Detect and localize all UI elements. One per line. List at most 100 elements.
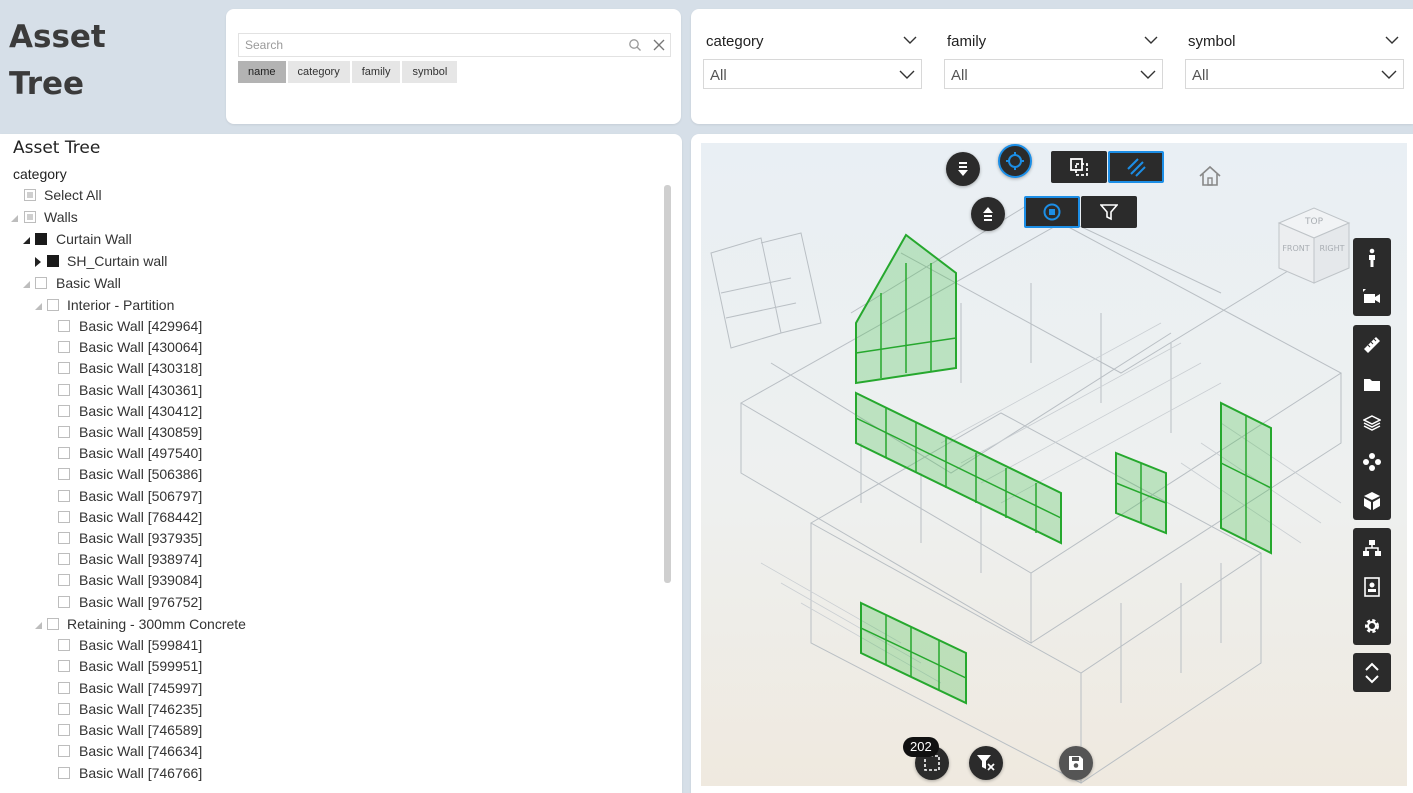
checkbox[interactable] — [58, 682, 70, 694]
layers-button[interactable] — [1353, 403, 1391, 442]
explode-button[interactable] — [1353, 442, 1391, 481]
tree-row-leaf[interactable]: Basic Wall [746766] — [0, 763, 640, 784]
tree-row-leaf[interactable]: Basic Wall [506797] — [0, 486, 640, 507]
filter-button[interactable] — [1081, 196, 1137, 228]
expand-collapse-toolbar-button[interactable] — [1353, 653, 1391, 692]
checkbox[interactable] — [35, 277, 47, 289]
documents-button[interactable] — [1353, 364, 1391, 403]
checkbox[interactable] — [58, 532, 70, 544]
tree-row-leaf[interactable]: Basic Wall [599951] — [0, 656, 640, 677]
chip-category[interactable]: category — [287, 61, 350, 83]
tree-row-interior-partition[interactable]: Interior - Partition — [0, 295, 640, 316]
chip-symbol[interactable]: symbol — [402, 61, 458, 83]
tree-row-sh-curtain-wall[interactable]: SH_Curtain wall — [0, 251, 640, 272]
checkbox[interactable] — [58, 320, 70, 332]
chip-name[interactable]: name — [238, 61, 286, 83]
checkbox[interactable] — [35, 233, 47, 245]
tree-row-basic-wall[interactable]: Basic Wall — [0, 273, 640, 294]
measure-button[interactable] — [1353, 325, 1391, 364]
model-browser-button[interactable] — [1353, 481, 1391, 520]
3d-viewport[interactable]: TOP FRONT RIGHT 202 — [701, 143, 1407, 786]
checkbox[interactable] — [58, 745, 70, 757]
checkbox[interactable] — [58, 660, 70, 672]
tree-row-leaf[interactable]: Basic Wall [430064] — [0, 337, 640, 358]
walk-button[interactable] — [1353, 238, 1391, 277]
tree-row-retaining-300mm-concrete[interactable]: Retaining - 300mm Concrete — [0, 614, 640, 635]
expanded-arrow-icon[interactable] — [35, 303, 42, 310]
checkbox[interactable] — [24, 211, 36, 223]
checkbox[interactable] — [58, 511, 70, 523]
tree-row-leaf[interactable]: Basic Wall [429964] — [0, 316, 640, 337]
search-icon[interactable] — [628, 38, 642, 52]
save-view-button[interactable] — [1059, 746, 1093, 780]
expanded-arrow-icon[interactable] — [23, 237, 30, 244]
home-icon[interactable] — [1198, 165, 1222, 187]
properties-button[interactable] — [1353, 567, 1391, 606]
checkbox[interactable] — [47, 299, 59, 311]
expanded-arrow-icon[interactable] — [23, 281, 30, 288]
tree-row-leaf[interactable]: Basic Wall [599841] — [0, 635, 640, 656]
collapse-up-button[interactable] — [971, 197, 1005, 231]
checkbox[interactable] — [58, 490, 70, 502]
tree-row-leaf[interactable]: Basic Wall [939084] — [0, 570, 640, 591]
checkbox[interactable] — [58, 426, 70, 438]
checkbox[interactable] — [58, 574, 70, 586]
settings-button[interactable] — [1353, 606, 1391, 645]
checkbox[interactable] — [58, 362, 70, 374]
tree-row-leaf[interactable]: Basic Wall [746235] — [0, 699, 640, 720]
tree-row-leaf[interactable]: Basic Wall [430859] — [0, 422, 640, 443]
tree-row-leaf[interactable]: Basic Wall [506386] — [0, 464, 640, 485]
checkbox[interactable] — [24, 189, 36, 201]
chevron-down-icon[interactable] — [903, 35, 917, 45]
collapse-down-button[interactable] — [946, 152, 980, 186]
chevron-down-icon[interactable] — [1144, 35, 1158, 45]
checkbox[interactable] — [58, 724, 70, 736]
camera-button[interactable] — [1353, 277, 1391, 316]
tree-row-leaf[interactable]: Basic Wall [976752] — [0, 592, 640, 613]
tree-row-leaf[interactable]: Basic Wall [768442] — [0, 507, 640, 528]
family-select[interactable]: All — [944, 59, 1163, 89]
tree-row-leaf[interactable]: Basic Wall [497540] — [0, 443, 640, 464]
tree-scrollbar[interactable] — [664, 185, 671, 583]
structure-button[interactable] — [1353, 528, 1391, 567]
search-input[interactable] — [239, 34, 619, 56]
tree-row-leaf[interactable]: Basic Wall [938974] — [0, 549, 640, 570]
checkbox[interactable] — [58, 639, 70, 651]
tree-row-leaf[interactable]: Basic Wall [937935] — [0, 528, 640, 549]
collapsed-arrow-icon[interactable] — [35, 257, 41, 267]
checkbox[interactable] — [58, 596, 70, 608]
expanded-arrow-icon[interactable] — [35, 622, 42, 629]
chip-family[interactable]: family — [351, 61, 401, 83]
tree-row-leaf[interactable]: Basic Wall [430318] — [0, 358, 640, 379]
tree-row-curtain-wall[interactable]: Curtain Wall — [0, 229, 640, 250]
checkbox[interactable] — [58, 447, 70, 459]
tree-row-leaf[interactable]: Basic Wall [430361] — [0, 380, 640, 401]
tree-row-leaf[interactable]: Basic Wall [430412] — [0, 401, 640, 422]
section-box-button[interactable] — [1051, 151, 1107, 183]
expanded-arrow-icon[interactable] — [11, 215, 18, 222]
checkbox[interactable] — [58, 405, 70, 417]
clear-filter-button[interactable] — [969, 746, 1003, 780]
checkbox[interactable] — [58, 468, 70, 480]
close-icon[interactable] — [652, 38, 666, 52]
tree-row-leaf[interactable]: Basic Wall [745997] — [0, 678, 640, 699]
hatch-toggle-button[interactable] — [1108, 151, 1164, 183]
checkbox[interactable] — [58, 767, 70, 779]
filter-icon — [1100, 204, 1118, 221]
checkbox[interactable] — [47, 255, 59, 267]
checkbox[interactable] — [58, 384, 70, 396]
tree-row-select-all[interactable]: Select All — [0, 185, 640, 206]
focus-target-button[interactable] — [998, 144, 1032, 178]
isolate-button[interactable] — [1024, 196, 1080, 228]
checkbox[interactable] — [47, 618, 59, 630]
symbol-select[interactable]: All — [1185, 59, 1404, 89]
chevron-down-icon[interactable] — [1385, 35, 1399, 45]
tree-row-leaf[interactable]: Basic Wall [746634] — [0, 741, 640, 762]
checkbox[interactable] — [58, 553, 70, 565]
tree-row-walls[interactable]: Walls — [0, 207, 640, 228]
checkbox[interactable] — [58, 341, 70, 353]
checkbox[interactable] — [58, 703, 70, 715]
viewcube[interactable]: TOP FRONT RIGHT — [1269, 198, 1359, 288]
category-select[interactable]: All — [703, 59, 922, 89]
tree-row-leaf[interactable]: Basic Wall [746589] — [0, 720, 640, 741]
